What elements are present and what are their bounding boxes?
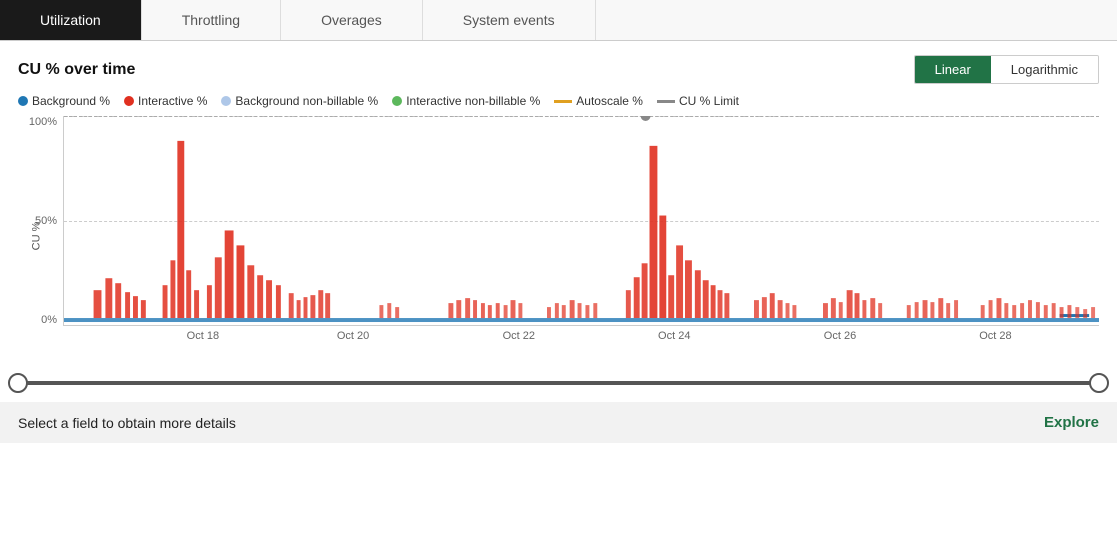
legend-autoscale: Autoscale %	[554, 94, 643, 108]
x-label-oct24: Oct 24	[658, 330, 690, 342]
legend-dot-background-nonbillable	[221, 96, 231, 106]
scale-logarithmic-button[interactable]: Logarithmic	[991, 56, 1098, 83]
legend-dot-interactive	[124, 96, 134, 106]
legend-interactive: Interactive %	[124, 94, 207, 108]
slider-handle-left[interactable]	[8, 373, 28, 393]
x-label-oct22: Oct 22	[503, 330, 535, 342]
legend-label-background-nonbillable: Background non-billable %	[235, 94, 378, 108]
chart-svg	[64, 116, 1099, 325]
legend-dot-background	[18, 96, 28, 106]
tab-system-events[interactable]: System events	[423, 0, 596, 40]
slider-handle-right[interactable]	[1089, 373, 1109, 393]
tab-utilization[interactable]: Utilization	[0, 0, 142, 40]
x-label-oct20: Oct 20	[337, 330, 369, 342]
tabs-bar: Utilization Throttling Overages System e…	[0, 0, 1117, 41]
y-tick-0: 0%	[41, 314, 57, 326]
tab-throttling[interactable]: Throttling	[142, 0, 281, 40]
bottom-bar: Select a field to obtain more details Ex…	[0, 402, 1117, 443]
x-label-oct26: Oct 26	[824, 330, 856, 342]
legend-dot-interactive-nonbillable	[392, 96, 402, 106]
legend-dash-autoscale	[554, 100, 572, 103]
legend-dash-cu-limit	[657, 100, 675, 103]
scale-buttons: Linear Logarithmic	[914, 55, 1099, 84]
legend-label-interactive: Interactive %	[138, 94, 207, 108]
legend-label-cu-limit: CU % Limit	[679, 94, 739, 108]
legend-label-interactive-nonbillable: Interactive non-billable %	[406, 94, 540, 108]
tab-overages[interactable]: Overages	[281, 0, 423, 40]
chart-area: CU % over time Linear Logarithmic Backgr…	[0, 41, 1117, 364]
legend-interactive-nonbillable: Interactive non-billable %	[392, 94, 540, 108]
scale-linear-button[interactable]: Linear	[915, 56, 991, 83]
explore-button[interactable]: Explore	[1044, 414, 1099, 431]
range-slider[interactable]	[18, 368, 1099, 398]
legend-label-autoscale: Autoscale %	[576, 94, 643, 108]
y-tick-100: 100%	[29, 116, 57, 128]
chart-legend: Background % Interactive % Background no…	[18, 94, 1099, 108]
y-axis-label: CU %	[30, 222, 42, 251]
x-label-oct28: Oct 28	[979, 330, 1011, 342]
legend-background-nonbillable: Background non-billable %	[221, 94, 378, 108]
bottom-bar-text: Select a field to obtain more details	[18, 415, 236, 431]
chart-plot	[63, 116, 1099, 326]
x-axis: Oct 18 Oct 20 Oct 22 Oct 24 Oct 26 Oct 2…	[63, 326, 1099, 356]
x-label-oct18: Oct 18	[187, 330, 219, 342]
legend-label-background: Background %	[32, 94, 110, 108]
slider-fill	[18, 381, 1099, 385]
legend-background: Background %	[18, 94, 110, 108]
legend-cu-limit: CU % Limit	[657, 94, 739, 108]
chart-title: CU % over time	[18, 61, 135, 79]
chart-container: 100% 50% 0% CU %	[18, 116, 1099, 356]
chart-header: CU % over time Linear Logarithmic	[18, 55, 1099, 84]
